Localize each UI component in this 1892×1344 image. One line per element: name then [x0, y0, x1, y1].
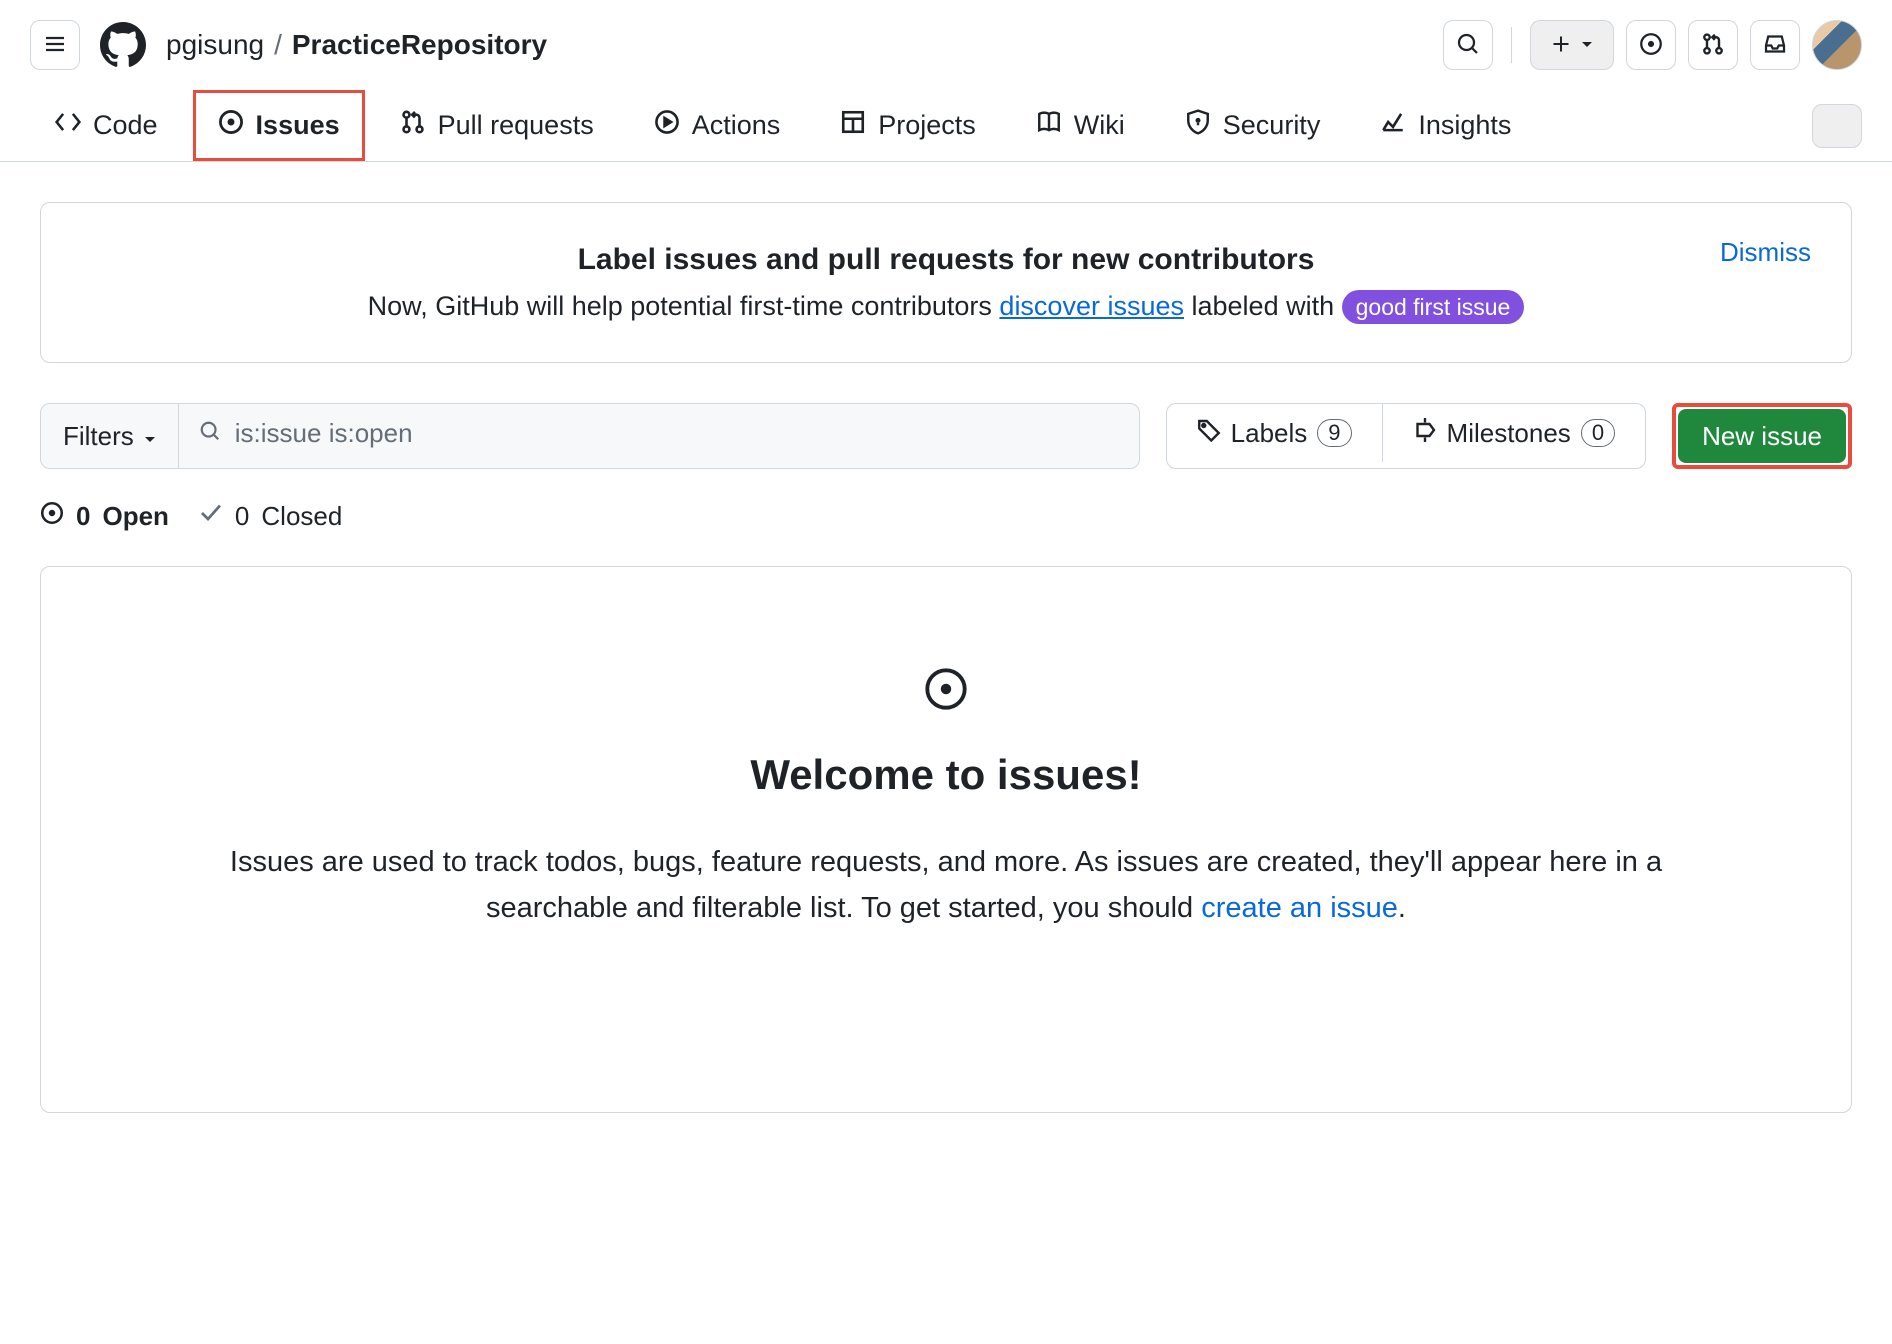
tab-label: Wiki: [1074, 110, 1125, 141]
tab-insights[interactable]: Insights: [1355, 90, 1536, 161]
search-input[interactable]: [235, 418, 1119, 449]
blank-title: Welcome to issues!: [161, 751, 1731, 799]
milestones-label: Milestones: [1447, 418, 1571, 449]
issue-circle-icon: [1639, 32, 1663, 59]
create-issue-link[interactable]: create an issue: [1201, 892, 1398, 924]
state-tabs: 0 Open 0 Closed: [40, 501, 1852, 532]
notice-title: Label issues and pull requests for new c…: [81, 243, 1811, 277]
open-label: Open: [102, 501, 168, 532]
search-button[interactable]: [1443, 20, 1493, 70]
closed-issues-tab[interactable]: 0 Closed: [199, 501, 342, 532]
repo-tabs: Code Issues Pull requests Actions Projec…: [0, 90, 1892, 162]
issue-circle-icon: [161, 667, 1731, 711]
contributor-notice: Dismiss Label issues and pull requests f…: [40, 202, 1852, 363]
code-icon: [55, 109, 81, 142]
tab-label: Code: [93, 110, 158, 141]
divider: [1511, 27, 1512, 63]
closed-count: 0: [235, 501, 249, 532]
filters-label: Filters: [63, 421, 134, 452]
labels-count: 9: [1317, 419, 1351, 447]
tag-icon: [1197, 418, 1221, 449]
breadcrumb: pgisung / PracticeRepository: [166, 29, 547, 61]
tab-label: Insights: [1418, 110, 1511, 141]
play-circle-icon: [654, 109, 680, 142]
project-icon: [840, 109, 866, 142]
git-pull-request-icon: [400, 109, 426, 142]
filters-button[interactable]: Filters: [41, 404, 179, 468]
tab-actions[interactable]: Actions: [629, 90, 806, 161]
filters-group: Filters: [40, 403, 1140, 469]
breadcrumb-separator: /: [274, 29, 282, 61]
search-icon: [199, 420, 221, 447]
milestones-button[interactable]: Milestones 0: [1382, 404, 1646, 462]
avatar[interactable]: [1812, 20, 1862, 70]
caret-down-icon: [1581, 38, 1593, 53]
issue-circle-icon: [40, 501, 64, 532]
tab-security[interactable]: Security: [1160, 90, 1346, 161]
search-icon: [1456, 32, 1480, 59]
tab-wiki[interactable]: Wiki: [1011, 90, 1150, 161]
git-pull-request-icon: [1701, 32, 1725, 59]
github-logo[interactable]: [98, 20, 148, 70]
search-field[interactable]: [179, 404, 1139, 462]
shield-icon: [1185, 109, 1211, 142]
blank-state: Welcome to issues! Issues are used to tr…: [40, 566, 1852, 1113]
tab-label: Security: [1223, 110, 1321, 141]
labels-label: Labels: [1231, 418, 1308, 449]
tab-code[interactable]: Code: [30, 90, 183, 161]
repo-link[interactable]: PracticeRepository: [292, 29, 547, 61]
closed-label: Closed: [261, 501, 342, 532]
issues-toolbar: Filters Labels 9 Milestones 0 New issue: [40, 403, 1852, 469]
new-issue-highlight: New issue: [1672, 403, 1852, 469]
milestones-count: 0: [1581, 419, 1615, 447]
notice-text-before: Now, GitHub will help potential first-ti…: [368, 291, 1000, 321]
tab-projects[interactable]: Projects: [815, 90, 1001, 161]
tab-issues[interactable]: Issues: [193, 90, 365, 161]
owner-link[interactable]: pgisung: [166, 29, 264, 61]
graph-icon: [1380, 109, 1406, 142]
pull-requests-button[interactable]: [1688, 20, 1738, 70]
more-tabs-button[interactable]: [1812, 104, 1862, 148]
create-new-button[interactable]: [1530, 20, 1614, 70]
inbox-icon: [1763, 32, 1787, 59]
issues-button[interactable]: [1626, 20, 1676, 70]
notice-text: Now, GitHub will help potential first-ti…: [81, 291, 1811, 322]
check-icon: [199, 501, 223, 532]
discover-issues-link[interactable]: discover issues: [999, 291, 1184, 321]
tab-label: Actions: [692, 110, 781, 141]
tab-pull-requests[interactable]: Pull requests: [375, 90, 619, 161]
milestone-icon: [1413, 418, 1437, 449]
labels-milestones-group: Labels 9 Milestones 0: [1166, 403, 1646, 469]
hamburger-icon: [43, 32, 67, 59]
new-issue-button[interactable]: New issue: [1678, 409, 1846, 463]
open-issues-tab[interactable]: 0 Open: [40, 501, 169, 532]
blank-text-before: Issues are used to track todos, bugs, fe…: [230, 846, 1662, 924]
inbox-button[interactable]: [1750, 20, 1800, 70]
tab-label: Projects: [878, 110, 976, 141]
dismiss-link[interactable]: Dismiss: [1720, 237, 1811, 268]
caret-down-icon: [144, 421, 156, 452]
book-icon: [1036, 109, 1062, 142]
notice-text-after: labeled with: [1184, 291, 1342, 321]
tab-label: Issues: [256, 110, 340, 141]
open-count: 0: [76, 501, 90, 532]
good-first-issue-badge[interactable]: good first issue: [1342, 290, 1525, 324]
menu-button[interactable]: [30, 20, 80, 70]
labels-button[interactable]: Labels 9: [1167, 404, 1382, 462]
blank-text-after: .: [1398, 892, 1406, 924]
tab-label: Pull requests: [438, 110, 594, 141]
plus-icon: [1551, 34, 1571, 57]
blank-text: Issues are used to track todos, bugs, fe…: [161, 839, 1731, 932]
issue-circle-icon: [218, 109, 244, 142]
